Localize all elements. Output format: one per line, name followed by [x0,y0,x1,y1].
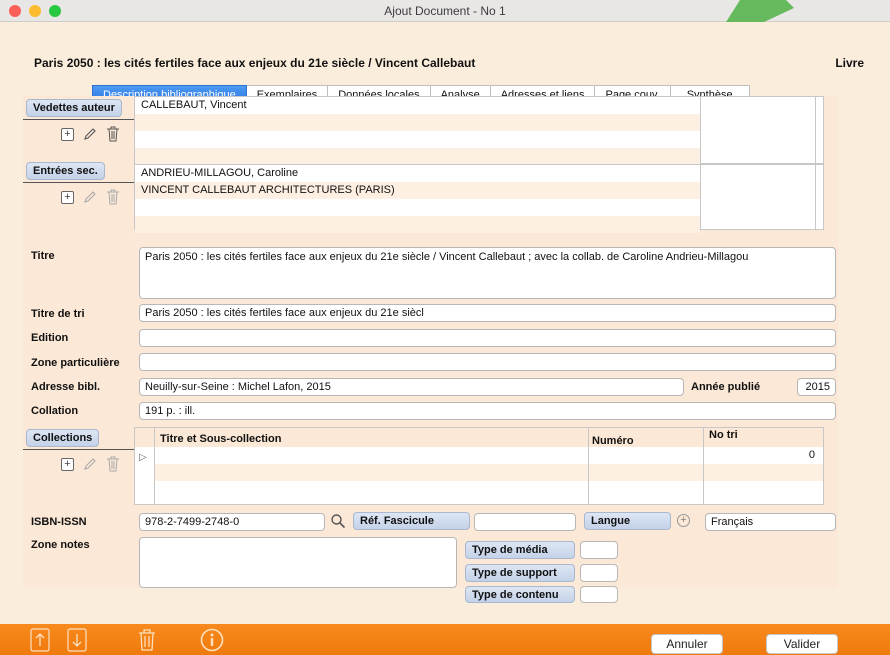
type-de-support-label[interactable]: Type de support [465,564,575,582]
entrees-sec-list[interactable]: ANDRIEU-MILLAGOU, Caroline VINCENT CALLE… [134,164,824,233]
divider [23,182,135,183]
add-icon[interactable]: + [61,457,74,471]
column-divider [700,97,701,163]
annee-publie-label: Année publié [691,381,761,393]
vedettes-auteur-list[interactable]: CALLEBAUT, Vincent [134,96,824,165]
type-de-contenu-field[interactable] [580,586,618,603]
document-type: Livre [835,56,864,70]
collation-field[interactable]: 191 p. : ill. [139,402,836,420]
type-de-contenu-label[interactable]: Type de contenu [465,586,575,603]
collation-label: Collation [31,405,79,417]
titre-textarea[interactable]: Paris 2050 : les cités fertiles face aux… [139,247,836,299]
column-divider [815,97,816,163]
list-item[interactable]: ANDRIEU-MILLAGOU, Caroline [135,165,700,182]
type-de-media-label[interactable]: Type de média [465,541,575,559]
trash-icon[interactable] [106,189,120,205]
table-header: Titre et Sous-collection Numéro No tri [135,428,825,447]
edition-field[interactable] [139,329,836,347]
column-divider [823,428,824,504]
trash-icon[interactable] [106,126,120,142]
type-de-support-field[interactable] [580,564,618,582]
adresse-bibl-label: Adresse bibl. [31,381,101,393]
entrees-sec-label[interactable]: Entrées sec. [26,162,105,180]
list-item[interactable] [135,148,700,165]
zone-notes-label: Zone notes [31,539,90,551]
annee-publie-field[interactable]: 2015 [797,378,836,396]
column-divider [703,428,704,504]
type-de-media-field[interactable] [580,541,618,559]
entrees-actions: + [61,189,120,205]
titre-de-tri-field[interactable]: Paris 2050 : les cités fertiles face aux… [139,304,836,322]
document-title: Paris 2050 : les cités fertiles face aux… [34,56,476,70]
zone-particuliere-label: Zone particulière [31,357,120,369]
add-icon[interactable]: + [61,127,74,141]
move-up-icon[interactable] [30,628,50,652]
no-tri-cell: 0 [808,449,815,461]
column-divider [815,165,816,229]
add-langue-icon[interactable]: + [677,514,690,527]
column-divider [700,165,701,229]
list-item[interactable]: VINCENT CALLEBAUT ARCHITECTURES (PARIS) [135,182,700,199]
collections-label[interactable]: Collections [26,429,100,447]
bottom-toolbar: Annuler Valider [0,624,890,655]
row-pointer-icon: ▷ [139,452,147,463]
table-row[interactable] [155,481,823,498]
search-icon[interactable] [330,513,346,529]
ref-fascicule-label[interactable]: Réf. Fascicule [353,512,470,530]
cancel-button[interactable]: Annuler [651,634,723,654]
edit-pencil-icon[interactable] [82,456,98,472]
pointer-arrow-icon [726,0,794,22]
list-item[interactable]: CALLEBAUT, Vincent [135,97,815,114]
vedettes-actions: + [61,126,120,142]
zone-notes-textarea[interactable] [139,537,457,588]
column-header-no-tri: No tri [709,429,738,441]
titre-de-tri-label: Titre de tri [31,308,85,320]
zone-particuliere-field[interactable] [139,353,836,371]
list-item[interactable] [135,131,815,148]
collections-actions: + [61,456,120,472]
divider [23,119,135,120]
edition-label: Edition [31,332,69,344]
column-divider [154,428,155,504]
trash-icon[interactable] [106,456,120,472]
table-row[interactable] [155,464,823,481]
validate-button[interactable]: Valider [766,634,838,654]
info-icon[interactable] [200,628,224,652]
titre-label: Titre [31,250,55,262]
column-divider [588,428,589,504]
window-titlebar: Ajout Document - No 1 [0,0,890,22]
list-item[interactable] [135,216,700,233]
form-panel: Vedettes auteur + CALLEBAUT, Vincent Ent… [23,96,838,603]
isbn-issn-label: ISBN-ISSN [31,516,87,528]
move-down-icon[interactable] [67,628,87,652]
vedettes-auteur-label[interactable]: Vedettes auteur [26,99,122,117]
edit-pencil-icon[interactable] [82,126,98,142]
langue-label[interactable]: Langue [584,512,671,530]
collections-table[interactable]: Titre et Sous-collection Numéro No tri 0… [134,427,825,505]
isbn-issn-field[interactable]: 978-2-7499-2748-0 [139,513,325,531]
list-item[interactable] [135,199,700,216]
list-item[interactable] [135,114,700,131]
divider [23,449,135,450]
edit-pencil-icon[interactable] [82,189,98,205]
ref-fascicule-field[interactable] [474,513,576,531]
delete-trash-icon[interactable] [137,628,157,652]
table-row[interactable]: 0 [155,447,823,464]
langue-field[interactable]: Français [705,513,836,531]
adresse-bibl-field[interactable]: Neuilly-sur-Seine : Michel Lafon, 2015 [139,378,684,396]
add-icon[interactable]: + [61,190,74,204]
